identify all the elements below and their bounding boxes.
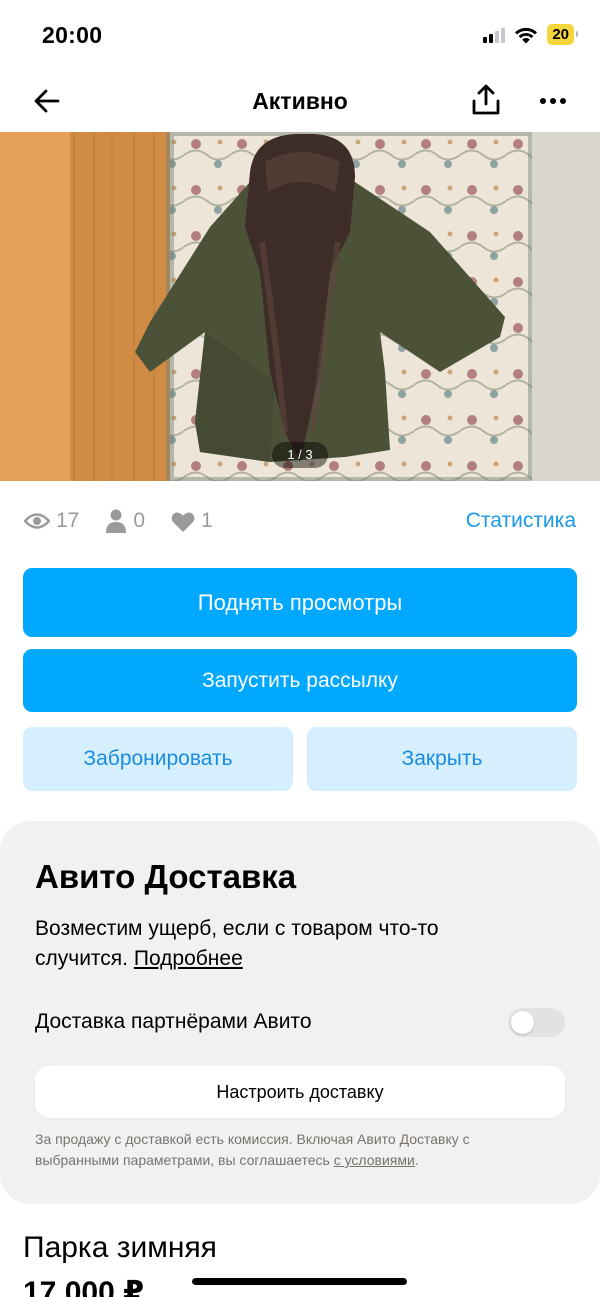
listing-photo[interactable]: 1 / 3: [0, 132, 600, 481]
eye-icon: [24, 513, 50, 529]
partner-delivery-toggle[interactable]: [508, 1007, 565, 1037]
terms-link[interactable]: с условиями: [334, 1152, 415, 1168]
views-count: 17: [56, 509, 80, 532]
status-time: 20:00: [42, 22, 103, 48]
setup-delivery-button[interactable]: Настроить доставку: [35, 1066, 565, 1118]
statistics-link[interactable]: Статистика: [466, 509, 576, 533]
battery-indicator: 20: [547, 24, 578, 45]
views-stat: 17: [24, 509, 79, 533]
partner-delivery-label: Доставка партнёрами Авито: [35, 1010, 312, 1033]
contacts-count: 0: [133, 509, 146, 532]
favorites-count: 1: [201, 509, 213, 532]
delivery-description: Возместим ущерб, если с товаром что-то с…: [35, 914, 505, 974]
heart-icon: [171, 511, 195, 532]
status-icons: 20: [483, 24, 578, 45]
listing-title: Парка зимняя: [23, 1231, 217, 1264]
listing-price: 17 000 ₽: [23, 1276, 144, 1297]
nav-bar: Активно: [0, 72, 600, 132]
share-icon[interactable]: [468, 82, 504, 118]
person-icon: [106, 509, 127, 533]
raise-views-button[interactable]: Поднять просмотры: [23, 568, 577, 637]
toggle-knob: [511, 1010, 534, 1034]
partner-delivery-row: Доставка партнёрами Авито: [35, 1007, 565, 1037]
photo-counter: 1 / 3: [272, 442, 328, 468]
favorites-stat: 1: [171, 509, 213, 533]
close-listing-button[interactable]: Закрыть: [307, 727, 577, 791]
reserve-button[interactable]: Забронировать: [23, 727, 293, 791]
start-mailing-button[interactable]: Запустить рассылку: [23, 649, 577, 712]
more-info-link[interactable]: Подробнее: [134, 947, 243, 970]
contacts-stat: 0: [105, 509, 145, 533]
delivery-card: Авито Доставка Возместим ущерб, если с т…: [0, 821, 600, 1204]
status-bar: 20:00 20: [0, 0, 600, 72]
page-title: Активно: [252, 88, 348, 114]
wifi-icon: [515, 27, 538, 43]
stats-row: 17 0 1 Статистика: [24, 503, 576, 539]
signal-icon: [483, 27, 506, 43]
delivery-note: За продажу с доставкой есть комиссия. Вк…: [35, 1129, 555, 1171]
delivery-title: Авито Доставка: [35, 858, 297, 895]
delivery-note-end: .: [414, 1152, 419, 1168]
coat-photo-image: [0, 132, 600, 481]
home-indicator: [192, 1278, 407, 1285]
ellipsis-icon[interactable]: [536, 84, 570, 118]
